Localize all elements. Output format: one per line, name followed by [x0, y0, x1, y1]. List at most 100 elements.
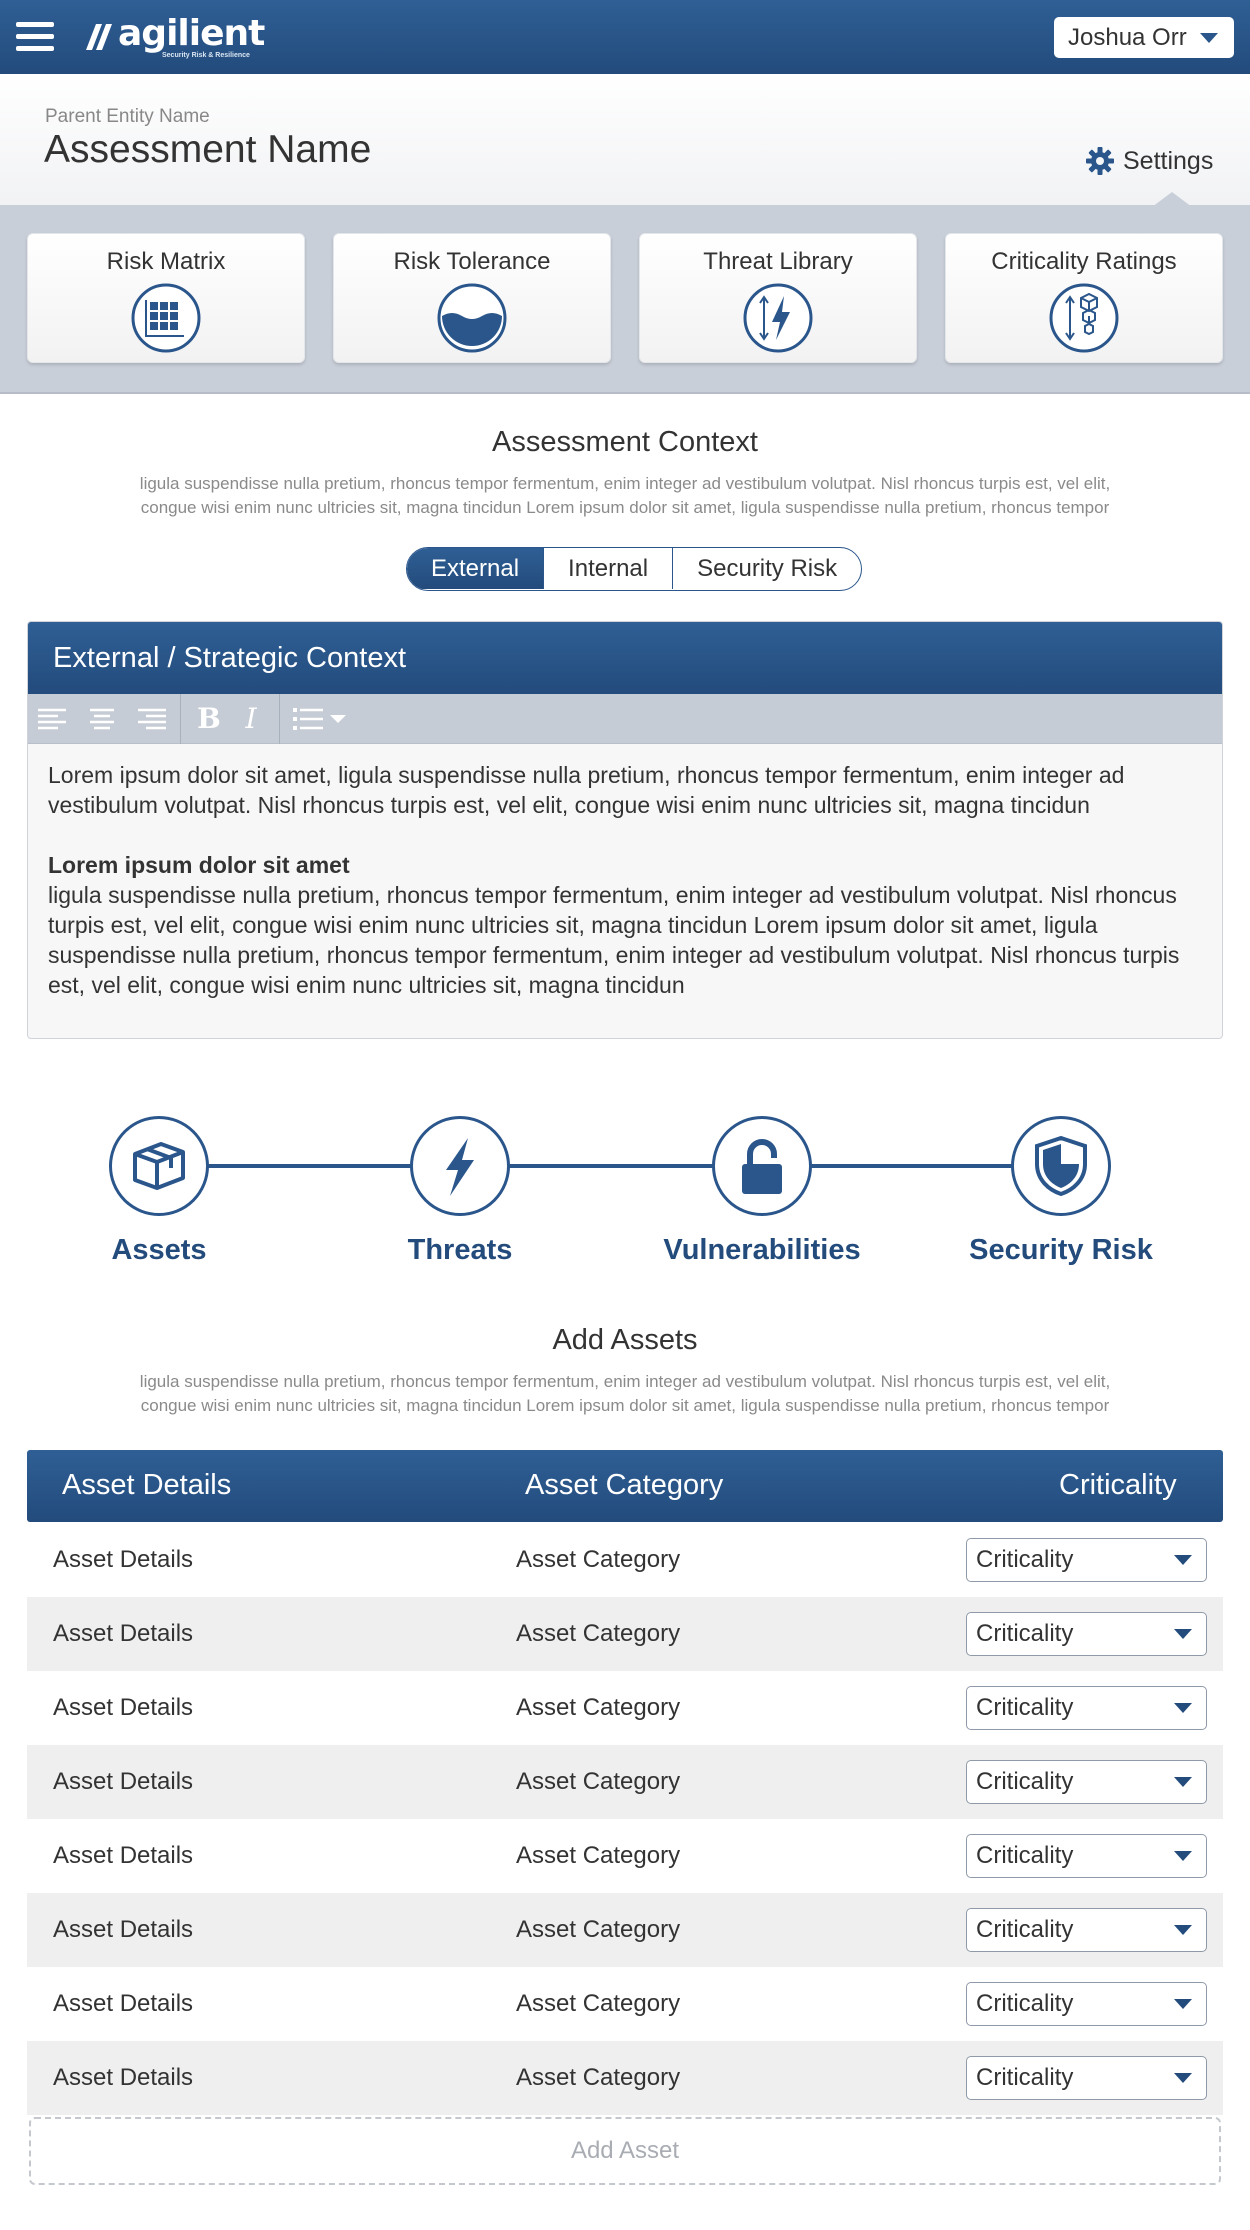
grid-icon	[131, 283, 201, 353]
settings-card-bar: Risk Matrix Risk Tolerance Threat Librar…	[0, 206, 1250, 394]
editor-paragraph: ligula suspendisse nulla pretium, rhoncu…	[48, 882, 1180, 998]
editor-content[interactable]: Lorem ipsum dolor sit amet, ligula suspe…	[28, 744, 1222, 1016]
logo-mark-icon	[86, 24, 112, 50]
description-line: congue wisi enim nunc ultricies sit, mag…	[140, 498, 1110, 517]
card-label: Risk Matrix	[106, 248, 226, 275]
bold-button[interactable]: B	[191, 701, 227, 737]
card-risk-tolerance[interactable]: Risk Tolerance	[333, 233, 611, 363]
assets-table-header: Asset Details Asset Category Criticality	[27, 1450, 1223, 1522]
asset-details-cell: Asset Details	[53, 1768, 194, 1795]
table-row: Asset Details Asset Category Criticality	[27, 1671, 1223, 1745]
criticality-select[interactable]: Criticality	[966, 1612, 1207, 1656]
editor-toolbar: B I	[28, 693, 1222, 744]
tab-external[interactable]: External	[407, 548, 544, 589]
align-right-icon[interactable]	[134, 701, 170, 737]
criticality-select[interactable]: Criticality	[966, 2056, 1207, 2100]
chevron-down-icon	[1174, 1777, 1192, 1787]
lightning-icon	[446, 1138, 474, 1196]
chevron-down-icon	[1174, 1629, 1192, 1639]
criticality-select[interactable]: Criticality	[966, 1686, 1207, 1730]
asset-details-cell: Asset Details	[53, 1990, 194, 2017]
logo-tagline: Security Risk & Resilience	[162, 52, 250, 59]
card-threat-library[interactable]: Threat Library	[639, 233, 917, 363]
chevron-down-icon	[1200, 33, 1218, 43]
criticality-select[interactable]: Criticality	[966, 1538, 1207, 1582]
table-row: Asset Details Asset Category Criticality	[27, 1893, 1223, 1967]
chevron-down-icon[interactable]	[326, 701, 350, 737]
chevron-down-icon	[1174, 1703, 1192, 1713]
chevron-down-icon	[1174, 2073, 1192, 2083]
criticality-select[interactable]: Criticality	[966, 1908, 1207, 1952]
asset-category-cell: Asset Category	[516, 1694, 681, 1721]
step-label: Threats	[407, 1234, 513, 1266]
step-label: Vulnerabilities	[663, 1234, 861, 1266]
logo-text: agilient	[118, 13, 265, 54]
asset-category-cell: Asset Category	[516, 1990, 681, 2017]
asset-category-cell: Asset Category	[516, 1768, 681, 1795]
criticality-value: Criticality	[976, 1916, 1074, 1943]
padlock-icon	[742, 1139, 782, 1194]
logo[interactable]: agilient Security Risk & Resilience	[84, 13, 265, 60]
asset-category-cell: Asset Category	[516, 1842, 681, 1869]
hamburger-menu-icon[interactable]	[16, 22, 54, 52]
tab-security-risk[interactable]: Security Risk	[672, 548, 861, 589]
assessment-context-description: ligula suspendisse nulla pretium, rhoncu…	[0, 472, 1250, 520]
step-security-risk[interactable]: Security Risk	[911, 1116, 1211, 1267]
settings-button[interactable]: Settings	[1085, 146, 1213, 176]
step-label: Security Risk	[969, 1234, 1153, 1266]
table-row: Asset Details Asset Category Criticality	[27, 1523, 1223, 1597]
align-center-icon[interactable]	[84, 701, 120, 737]
step-vulnerabilities[interactable]: Vulnerabilities	[612, 1116, 912, 1267]
step-threats[interactable]: Threats	[310, 1116, 610, 1267]
top-bar: agilient Security Risk & Resilience Josh…	[0, 0, 1250, 74]
context-editor: External / Strategic Context B I Lorem i…	[27, 621, 1223, 1039]
asset-details-cell: Asset Details	[53, 2064, 194, 2091]
asset-details-cell: Asset Details	[53, 1916, 194, 1943]
add-asset-button[interactable]: Add Asset	[29, 2117, 1221, 2185]
editor-title: External / Strategic Context	[28, 622, 1222, 694]
column-header-details: Asset Details	[62, 1469, 232, 1501]
table-row: Asset Details Asset Category Criticality	[27, 1819, 1223, 1893]
table-row: Asset Details Asset Category Criticality	[27, 1597, 1223, 1671]
shield-icon	[1035, 1135, 1087, 1197]
context-tabs: External Internal Security Risk	[406, 547, 863, 591]
criticality-select[interactable]: Criticality	[966, 1834, 1207, 1878]
asset-category-cell: Asset Category	[516, 1620, 681, 1647]
lightning-icon	[743, 283, 813, 353]
criticality-value: Criticality	[976, 1990, 1074, 2017]
criticality-value: Criticality	[976, 1620, 1074, 1647]
user-menu-button[interactable]: Joshua Orr	[1054, 17, 1234, 58]
criticality-select[interactable]: Criticality	[966, 1760, 1207, 1804]
column-header-category: Asset Category	[525, 1469, 724, 1501]
table-row: Asset Details Asset Category Criticality	[27, 1967, 1223, 2041]
criticality-value: Criticality	[976, 2064, 1074, 2091]
card-criticality-ratings[interactable]: Criticality Ratings	[945, 233, 1223, 363]
card-risk-matrix[interactable]: Risk Matrix	[27, 233, 305, 363]
parent-entity-name: Parent Entity Name	[45, 106, 210, 127]
description-line: ligula suspendisse nulla pretium, rhoncu…	[139, 474, 1111, 493]
assessment-context-title: Assessment Context	[492, 426, 758, 458]
stacked-boxes-icon	[1049, 283, 1119, 353]
chevron-down-icon	[1174, 1851, 1192, 1861]
add-assets-description: ligula suspendisse nulla pretium, rhoncu…	[0, 1370, 1250, 1418]
page-header: Parent Entity Name Assessment Name Setti…	[0, 74, 1250, 206]
gear-icon	[1086, 147, 1114, 175]
step-label: Assets	[111, 1234, 207, 1266]
description-line: ligula suspendisse nulla pretium, rhoncu…	[139, 1372, 1111, 1391]
criticality-value: Criticality	[976, 1694, 1074, 1721]
align-left-icon[interactable]	[34, 701, 70, 737]
asset-category-cell: Asset Category	[516, 1546, 681, 1573]
asset-category-cell: Asset Category	[516, 1916, 681, 1943]
criticality-value: Criticality	[976, 1768, 1074, 1795]
italic-button[interactable]: I	[233, 701, 269, 737]
asset-category-cell: Asset Category	[516, 2064, 681, 2091]
add-assets-title: Add Assets	[552, 1324, 698, 1356]
settings-pointer	[1152, 192, 1192, 207]
tab-internal[interactable]: Internal	[543, 548, 672, 589]
criticality-value: Criticality	[976, 1842, 1074, 1869]
bulleted-list-icon[interactable]	[290, 701, 326, 737]
settings-label: Settings	[1123, 146, 1214, 175]
table-row: Asset Details Asset Category Criticality	[27, 1745, 1223, 1819]
step-assets[interactable]: Assets	[9, 1116, 309, 1267]
criticality-select[interactable]: Criticality	[966, 1982, 1207, 2026]
